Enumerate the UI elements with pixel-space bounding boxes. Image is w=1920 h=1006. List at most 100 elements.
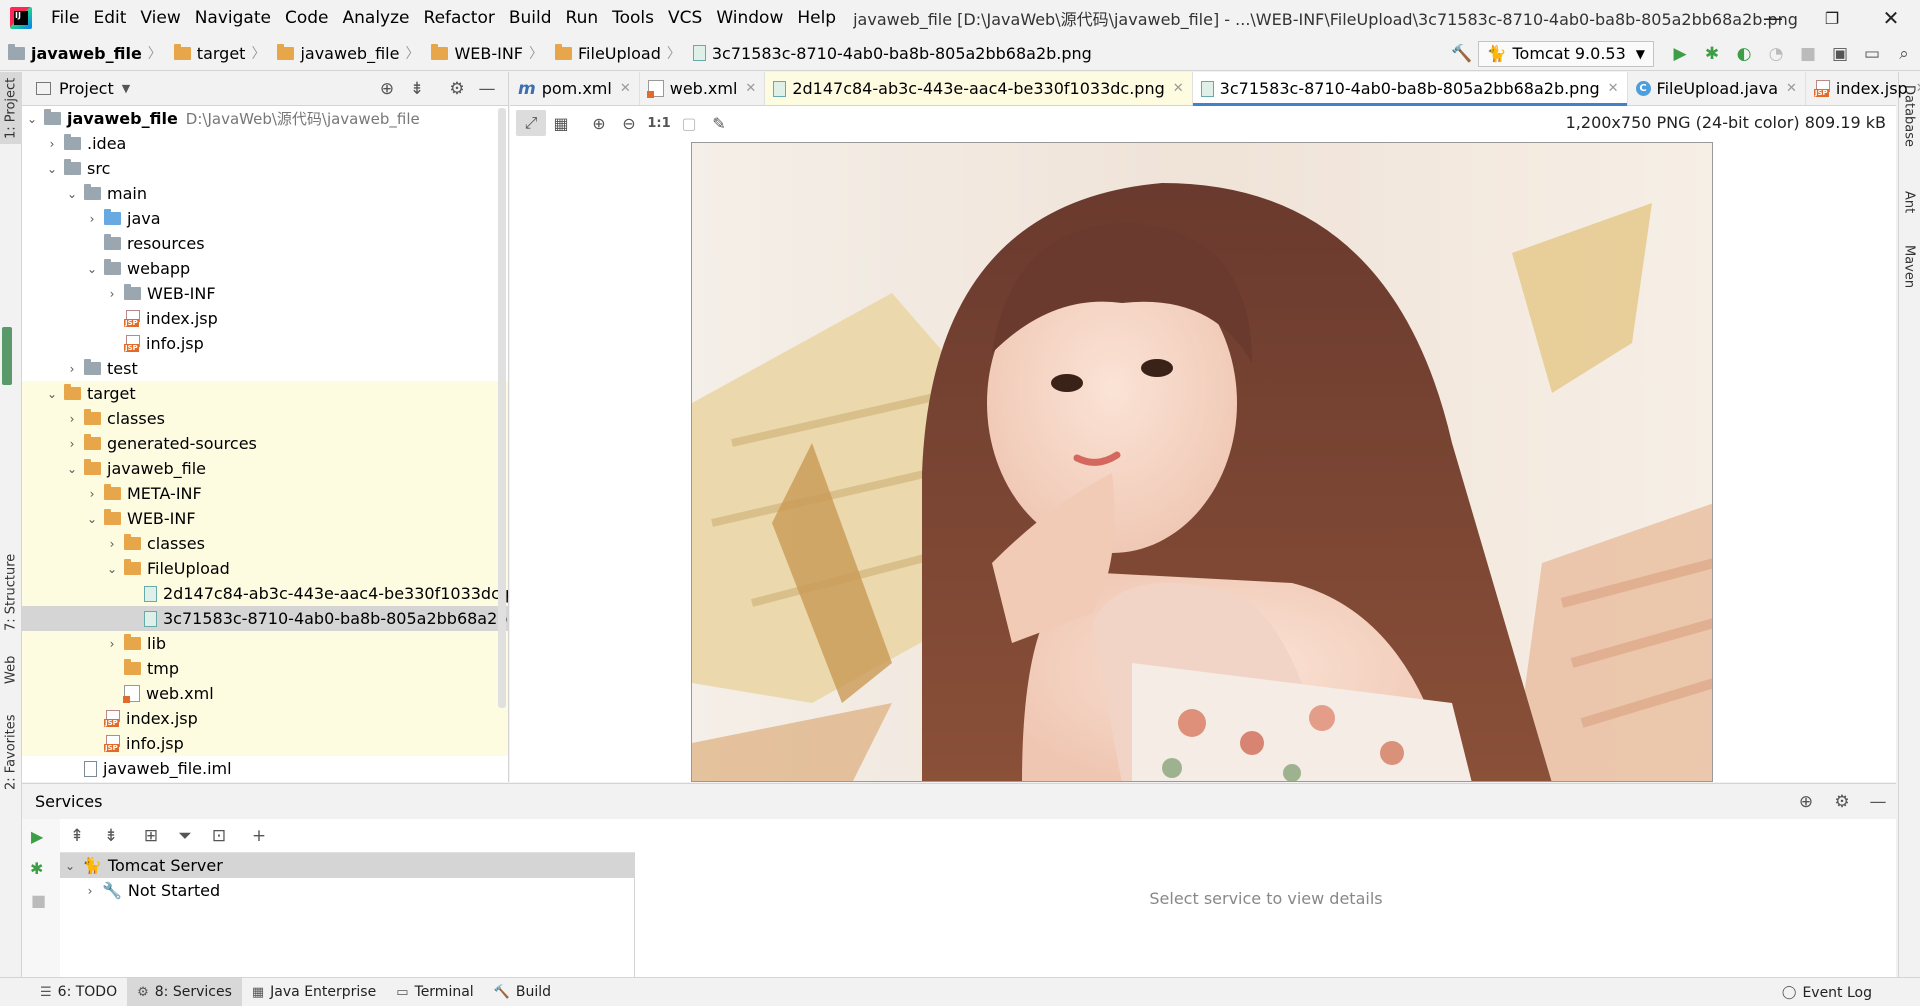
tree-item-png-3c71583c[interactable]: 3c71583c-8710-4ab0-ba8b-805a2bb68a2b.png — [22, 606, 508, 631]
collapse-all-icon[interactable]: ⇟ — [94, 826, 128, 846]
breadcrumb-web-inf[interactable]: WEB-INF 〉 — [423, 43, 547, 63]
status-tab-java-enterprise[interactable]: ▦ Java Enterprise — [242, 978, 386, 1006]
add-service-icon[interactable]: + — [242, 826, 276, 846]
actual-size-button[interactable]: 1:1 — [644, 110, 674, 136]
coverage-icon[interactable]: ◐ — [1730, 40, 1758, 68]
debug-bug-icon[interactable]: ✱ — [30, 859, 43, 878]
menu-view[interactable]: View — [133, 0, 187, 36]
tree-item-test[interactable]: › test — [22, 356, 508, 381]
close-icon[interactable]: ✕ — [1916, 81, 1920, 96]
status-tab-event-log[interactable]: ◯ Event Log — [1772, 978, 1882, 1006]
color-picker-icon[interactable]: ✎ — [704, 110, 734, 136]
tree-item-src-info-jsp[interactable]: info.jsp — [22, 331, 508, 356]
gear-icon[interactable]: ⚙ — [1824, 792, 1860, 812]
tree-item-lib[interactable]: › lib — [22, 631, 508, 656]
tree-item-root[interactable]: ⌄ javaweb_file D:\JavaWeb\源代码\javaweb_fi… — [22, 106, 508, 131]
terminal-window-icon[interactable]: ▭ — [1858, 40, 1886, 68]
grid-icon[interactable]: ▦ — [546, 110, 576, 136]
filter-icon[interactable]: ⏷ — [168, 826, 202, 846]
tree-scrollbar[interactable] — [498, 108, 506, 708]
chevron-down-icon[interactable]: ⌄ — [64, 187, 80, 201]
chevron-down-icon[interactable]: ⌄ — [44, 387, 60, 401]
tree-item-main[interactable]: ⌄ main — [22, 181, 508, 206]
chevron-down-icon[interactable]: ⌄ — [84, 262, 100, 276]
chevron-down-icon[interactable]: ⌄ — [104, 562, 120, 576]
chevron-down-icon[interactable]: ▼ — [122, 82, 130, 95]
tree-item-generated-sources[interactable]: › generated-sources — [22, 431, 508, 456]
status-tab-terminal[interactable]: ▭ Terminal — [386, 978, 483, 1006]
tab-web-xml[interactable]: web.xml ✕ — [640, 72, 766, 105]
minimize-button[interactable]: — — [1744, 0, 1802, 36]
zoom-to-fit-icon[interactable]: ⤢ — [516, 110, 546, 136]
search-everywhere-icon[interactable]: ⌕ — [1890, 40, 1918, 68]
project-tool-tab[interactable]: 1: Project — [0, 72, 22, 144]
tree-item-target-javaweb-file[interactable]: ⌄ javaweb_file — [22, 456, 508, 481]
project-panel-title[interactable]: Project — [59, 79, 114, 98]
chevron-right-icon[interactable]: › — [82, 884, 98, 898]
breadcrumb-javaweb-file[interactable]: javaweb_file 〉 — [269, 43, 423, 63]
run-icon[interactable]: ▶ — [31, 827, 43, 846]
breadcrumb-fileupload[interactable]: FileUpload 〉 — [547, 43, 685, 63]
tree-item-meta-inf[interactable]: › META-INF — [22, 481, 508, 506]
chevron-right-icon[interactable]: › — [84, 212, 100, 226]
collapse-all-icon[interactable]: ⇟ — [402, 79, 432, 99]
chevron-right-icon[interactable]: › — [104, 537, 120, 551]
profile-icon[interactable]: ◔ — [1762, 40, 1790, 68]
tree-item-web-xml[interactable]: web.xml — [22, 681, 508, 706]
status-tab-build[interactable]: 🔨 Build — [484, 978, 561, 1006]
menu-run[interactable]: Run — [559, 0, 606, 36]
new-tab-icon[interactable]: ⊡ — [202, 826, 236, 846]
run-icon[interactable]: ▶ — [1666, 40, 1694, 68]
close-icon[interactable]: ✕ — [1786, 81, 1797, 96]
ant-tool-tab[interactable]: Ant — [1898, 182, 1920, 222]
tree-item-target[interactable]: ⌄ target — [22, 381, 508, 406]
debug-bug-icon[interactable]: ✱ — [1698, 40, 1726, 68]
menu-window[interactable]: Window — [709, 0, 790, 36]
tree-item-src-web-inf[interactable]: › WEB-INF — [22, 281, 508, 306]
intellij-logo-icon[interactable]: IJ — [10, 7, 32, 29]
chevron-right-icon[interactable]: › — [64, 362, 80, 376]
run-config-select[interactable]: 🐈 Tomcat 9.0.53 ▼ — [1477, 40, 1654, 67]
favorites-tool-tab[interactable]: 2: Favorites — [0, 707, 22, 797]
tab-pom-xml[interactable]: m pom.xml ✕ — [510, 72, 640, 105]
close-icon[interactable]: ✕ — [1173, 81, 1184, 96]
chevron-right-icon[interactable]: › — [104, 287, 120, 301]
tree-item-tmp[interactable]: tmp — [22, 656, 508, 681]
chevron-down-icon[interactable]: ⌄ — [24, 112, 40, 126]
chevron-right-icon[interactable]: › — [44, 137, 60, 151]
chevron-down-icon[interactable]: ⌄ — [44, 162, 60, 176]
tab-index-jsp[interactable]: index.jsp ✕ — [1806, 72, 1920, 105]
structure-tool-tab[interactable]: 7: Structure — [0, 552, 22, 632]
gear-icon[interactable]: ⚙ — [442, 79, 472, 99]
tree-item-idea[interactable]: › .idea — [22, 131, 508, 156]
fit-zoom-icon[interactable]: ▢ — [674, 110, 704, 136]
menu-analyze[interactable]: Analyze — [336, 0, 417, 36]
close-icon[interactable]: ✕ — [1608, 81, 1619, 96]
tree-item-target-index-jsp[interactable]: index.jsp — [22, 706, 508, 731]
expand-all-icon[interactable]: ⇞ — [60, 826, 94, 846]
breadcrumb-image-file[interactable]: 3c71583c-8710-4ab0-ba8b-805a2bb68a2b.png — [685, 44, 1096, 63]
menu-vcs[interactable]: VCS — [661, 0, 709, 36]
tree-item-not-started[interactable]: › 🔧 Not Started — [60, 878, 634, 903]
locate-file-icon[interactable]: ⊕ — [372, 79, 402, 99]
menu-edit[interactable]: Edit — [86, 0, 133, 36]
tree-item-fileupload[interactable]: ⌄ FileUpload — [22, 556, 508, 581]
tree-item-tomcat-server[interactable]: ⌄ 🐈 Tomcat Server — [60, 853, 634, 878]
menu-refactor[interactable]: Refactor — [417, 0, 502, 36]
zoom-out-icon[interactable]: ⊖ — [614, 110, 644, 136]
menu-file[interactable]: File — [44, 0, 86, 36]
stop-icon[interactable]: ■ — [1794, 40, 1822, 68]
tree-item-iml[interactable]: javaweb_file.iml — [22, 756, 508, 781]
build-hammer-icon[interactable]: 🔨 — [1448, 40, 1476, 68]
chevron-down-icon[interactable]: ⌄ — [62, 859, 78, 873]
chevron-right-icon[interactable]: › — [64, 412, 80, 426]
menu-build[interactable]: Build — [502, 0, 559, 36]
tree-item-src-index-jsp[interactable]: index.jsp — [22, 306, 508, 331]
close-window-button[interactable]: ✕ — [1862, 0, 1920, 36]
status-tab-services[interactable]: ⚙ 8: Services — [127, 977, 242, 1006]
chevron-right-icon[interactable]: › — [84, 487, 100, 501]
project-structure-icon[interactable]: ▣ — [1826, 40, 1854, 68]
tree-item-src[interactable]: ⌄ src — [22, 156, 508, 181]
tree-item-java[interactable]: › java — [22, 206, 508, 231]
hide-panel-icon[interactable]: — — [472, 79, 502, 99]
